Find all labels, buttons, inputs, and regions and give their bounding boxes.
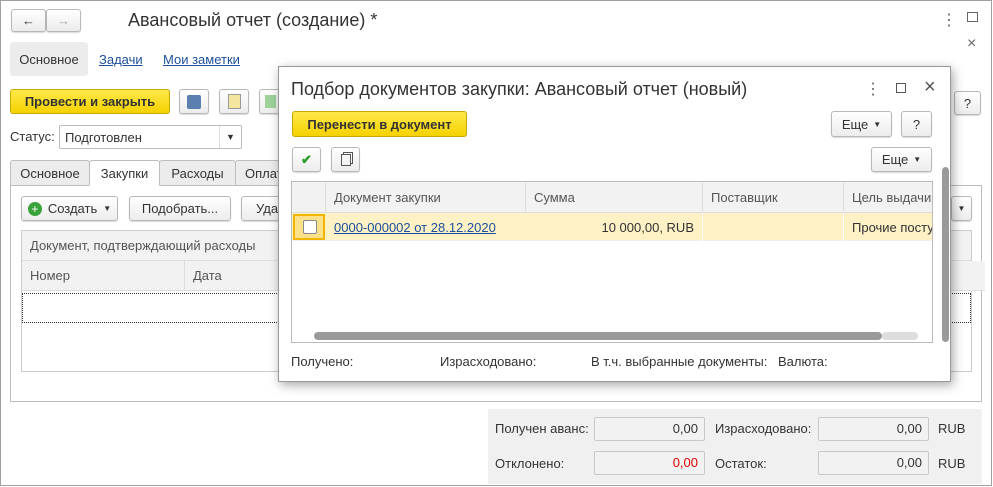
chevron-down-icon: ▼ bbox=[103, 204, 112, 213]
received-field[interactable]: 0,00 bbox=[594, 417, 705, 441]
back-button[interactable]: ← bbox=[11, 9, 46, 32]
tab-purchases[interactable]: Закупки bbox=[89, 160, 160, 186]
more-button[interactable]: ▼ bbox=[951, 196, 972, 221]
checkbox[interactable] bbox=[303, 220, 317, 234]
more-vert-icon[interactable]: ⋮ bbox=[865, 79, 881, 99]
nav-tasks[interactable]: Задачи bbox=[99, 52, 143, 67]
status-value: Подготовлен bbox=[65, 130, 142, 145]
close-icon[interactable]: × bbox=[924, 76, 936, 99]
maximize-icon[interactable] bbox=[967, 12, 978, 22]
nav-main[interactable]: Основное bbox=[10, 42, 88, 76]
check-all-button[interactable]: ✔ bbox=[292, 147, 321, 172]
rejected-field[interactable]: 0,00 bbox=[594, 451, 705, 475]
floppy-icon bbox=[187, 94, 201, 109]
selected-docs-label: В т.ч. выбранные документы: bbox=[591, 354, 768, 369]
post-and-close-button[interactable]: Провести и закрыть bbox=[10, 89, 170, 114]
post-document-icon bbox=[227, 94, 241, 109]
received-label: Получен аванс: bbox=[495, 421, 589, 436]
forward-button[interactable]: → bbox=[46, 9, 81, 32]
help-button[interactable]: ? bbox=[954, 91, 981, 115]
supplier-cell bbox=[703, 213, 844, 241]
more-label: Еще bbox=[881, 152, 909, 167]
rejected-label: Отклонено: bbox=[495, 456, 565, 471]
close-icon[interactable]: × bbox=[967, 35, 976, 53]
more-vert-icon[interactable]: ⋮ bbox=[941, 10, 957, 30]
tab-expenses[interactable]: Расходы bbox=[159, 160, 236, 186]
currency-1: RUB bbox=[938, 421, 966, 436]
column-number: Номер bbox=[22, 261, 185, 291]
documents-table: Документ закупки Сумма Поставщик Цель вы… bbox=[291, 181, 933, 343]
save-button[interactable] bbox=[179, 89, 209, 114]
arrow-right-icon: → bbox=[57, 13, 70, 28]
uncheck-all-icon bbox=[340, 153, 351, 166]
table-row[interactable]: 0000-000002 от 28.12.2020 10 000,00, RUB… bbox=[292, 213, 932, 241]
column-check bbox=[292, 182, 326, 213]
check-all-icon: ✔ bbox=[301, 151, 312, 167]
copy-document-icon bbox=[264, 95, 276, 108]
column-sum: Сумма bbox=[526, 182, 703, 213]
post-button[interactable] bbox=[219, 89, 249, 114]
chevron-down-icon: ▼ bbox=[913, 155, 922, 164]
status-select[interactable]: Подготовлен ▼ bbox=[59, 125, 242, 149]
status-label: Статус: bbox=[10, 129, 55, 144]
delete-button[interactable]: Удал bbox=[241, 196, 286, 221]
more-button-2[interactable]: Еще ▼ bbox=[871, 147, 932, 172]
chevron-down-icon: ▼ bbox=[219, 126, 241, 148]
vertical-scrollbar[interactable] bbox=[942, 167, 949, 342]
transfer-button[interactable]: Перенести в документ bbox=[292, 111, 467, 137]
tab-main[interactable]: Основное bbox=[10, 160, 90, 186]
maximize-icon[interactable] bbox=[896, 83, 906, 93]
document-link[interactable]: 0000-000002 от 28.12.2020 bbox=[334, 220, 496, 235]
purpose-cell: Прочие посту bbox=[852, 220, 933, 235]
uncheck-all-button[interactable] bbox=[331, 147, 360, 172]
balance-label: Остаток: bbox=[715, 456, 767, 471]
more-label: Еще bbox=[841, 116, 869, 132]
column-purpose: Цель выдачи bbox=[844, 182, 932, 213]
plus-circle-icon: + bbox=[27, 201, 42, 216]
dialog-title: Подбор документов закупки: Авансовый отч… bbox=[291, 79, 748, 99]
spent-label: Израсходовано: bbox=[440, 354, 537, 369]
spent-label: Израсходовано: bbox=[715, 421, 812, 436]
row-checkbox-cell[interactable] bbox=[293, 214, 325, 240]
scroll-track bbox=[882, 332, 918, 340]
create-label: Создать bbox=[47, 201, 98, 216]
page-title: Авансовый отчет (создание) * bbox=[128, 10, 378, 30]
received-label: Получено: bbox=[291, 354, 354, 369]
help-button[interactable]: ? bbox=[901, 111, 932, 137]
balance-field[interactable]: 0,00 bbox=[818, 451, 929, 475]
currency-label: Валюта: bbox=[778, 354, 828, 369]
selection-dialog: Подбор документов закупки: Авансовый отч… bbox=[278, 66, 951, 382]
nav-notes[interactable]: Мои заметки bbox=[163, 52, 240, 67]
sum-cell: 10 000,00, RUB bbox=[526, 213, 703, 241]
horizontal-scrollbar[interactable] bbox=[314, 332, 882, 340]
column-supplier: Поставщик bbox=[703, 182, 844, 213]
currency-2: RUB bbox=[938, 456, 966, 471]
create-button[interactable]: + Создать ▼ bbox=[21, 196, 118, 221]
spent-field[interactable]: 0,00 bbox=[818, 417, 929, 441]
more-button[interactable]: Еще ▼ bbox=[831, 111, 892, 137]
column-document: Документ закупки bbox=[326, 182, 526, 213]
chevron-down-icon: ▼ bbox=[873, 119, 882, 129]
select-button[interactable]: Подобрать... bbox=[129, 196, 231, 221]
arrow-left-icon: ← bbox=[22, 13, 35, 28]
